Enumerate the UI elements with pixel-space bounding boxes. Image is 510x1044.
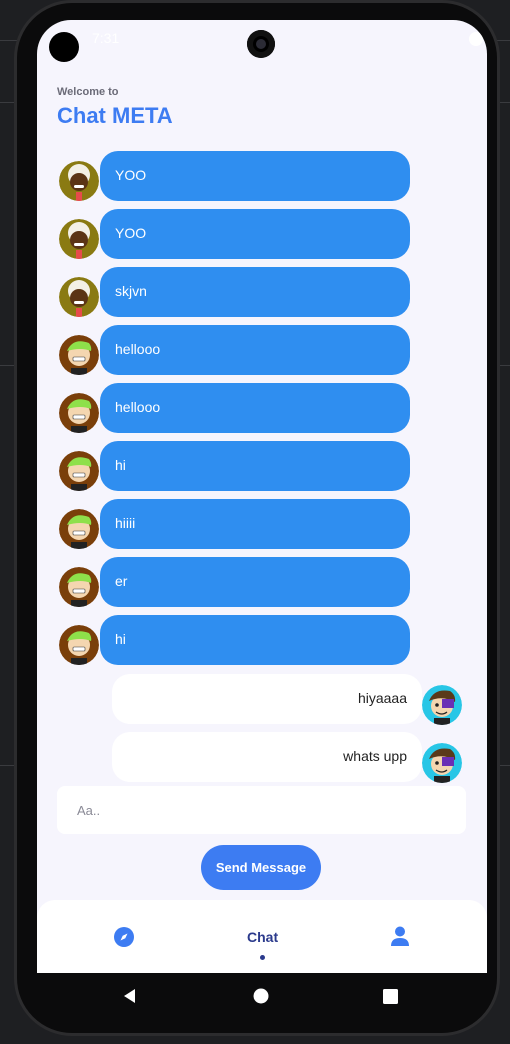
nav-label-chat: Chat [247, 929, 279, 945]
avatar-green-hair-icon [59, 567, 99, 607]
message-bubble: skjvn [100, 267, 410, 317]
avatar-green-hair-icon [59, 335, 99, 375]
nav-item-profile[interactable] [379, 900, 421, 973]
phone-frame: 7:31 Welcome to Chat META YOO YOO skjvn [14, 0, 500, 1036]
message-bubble: hiyaaaa [112, 674, 422, 724]
message-bubble: hi [100, 615, 410, 665]
status-icon [49, 32, 79, 62]
avatar-purple-eye-icon [422, 685, 462, 725]
status-icon [469, 32, 483, 46]
message-bubble: hi [100, 441, 410, 491]
message-input[interactable] [57, 786, 466, 834]
active-indicator [260, 955, 265, 960]
app-screen: 7:31 Welcome to Chat META YOO YOO skjvn [37, 20, 487, 973]
recents-icon[interactable] [383, 989, 398, 1004]
send-message-button[interactable]: Send Message [201, 845, 321, 890]
message-bubble: er [100, 557, 410, 607]
message-bubble: hellooo [100, 325, 410, 375]
message-bubble: hellooo [100, 383, 410, 433]
avatar-purple-eye-icon [422, 743, 462, 783]
message-bubble: hiiii [100, 499, 410, 549]
back-icon[interactable] [121, 987, 139, 1005]
person-icon [391, 926, 409, 946]
compass-icon [114, 927, 134, 947]
message-bubble: YOO [100, 209, 410, 259]
status-time: 7:31 [92, 30, 120, 46]
bottom-nav: Chat [37, 900, 487, 973]
home-icon[interactable] [253, 988, 269, 1004]
avatar-green-hair-icon [59, 393, 99, 433]
nav-item-explore[interactable] [103, 900, 145, 973]
avatar-white-hair-icon [59, 161, 99, 201]
nav-item-chat[interactable]: Chat [227, 900, 307, 973]
avatar-green-hair-icon [59, 451, 99, 491]
welcome-text: Welcome to [57, 86, 119, 98]
avatar-white-hair-icon [59, 219, 99, 259]
system-navigation-bar [37, 973, 487, 1023]
app-title: Chat META [57, 103, 173, 128]
avatar-white-hair-icon [59, 277, 99, 317]
message-bubble: whats upp [112, 732, 422, 782]
message-bubble: YOO [100, 151, 410, 201]
avatar-green-hair-icon [59, 625, 99, 665]
camera-cutout [247, 30, 275, 58]
avatar-green-hair-icon [59, 509, 99, 549]
